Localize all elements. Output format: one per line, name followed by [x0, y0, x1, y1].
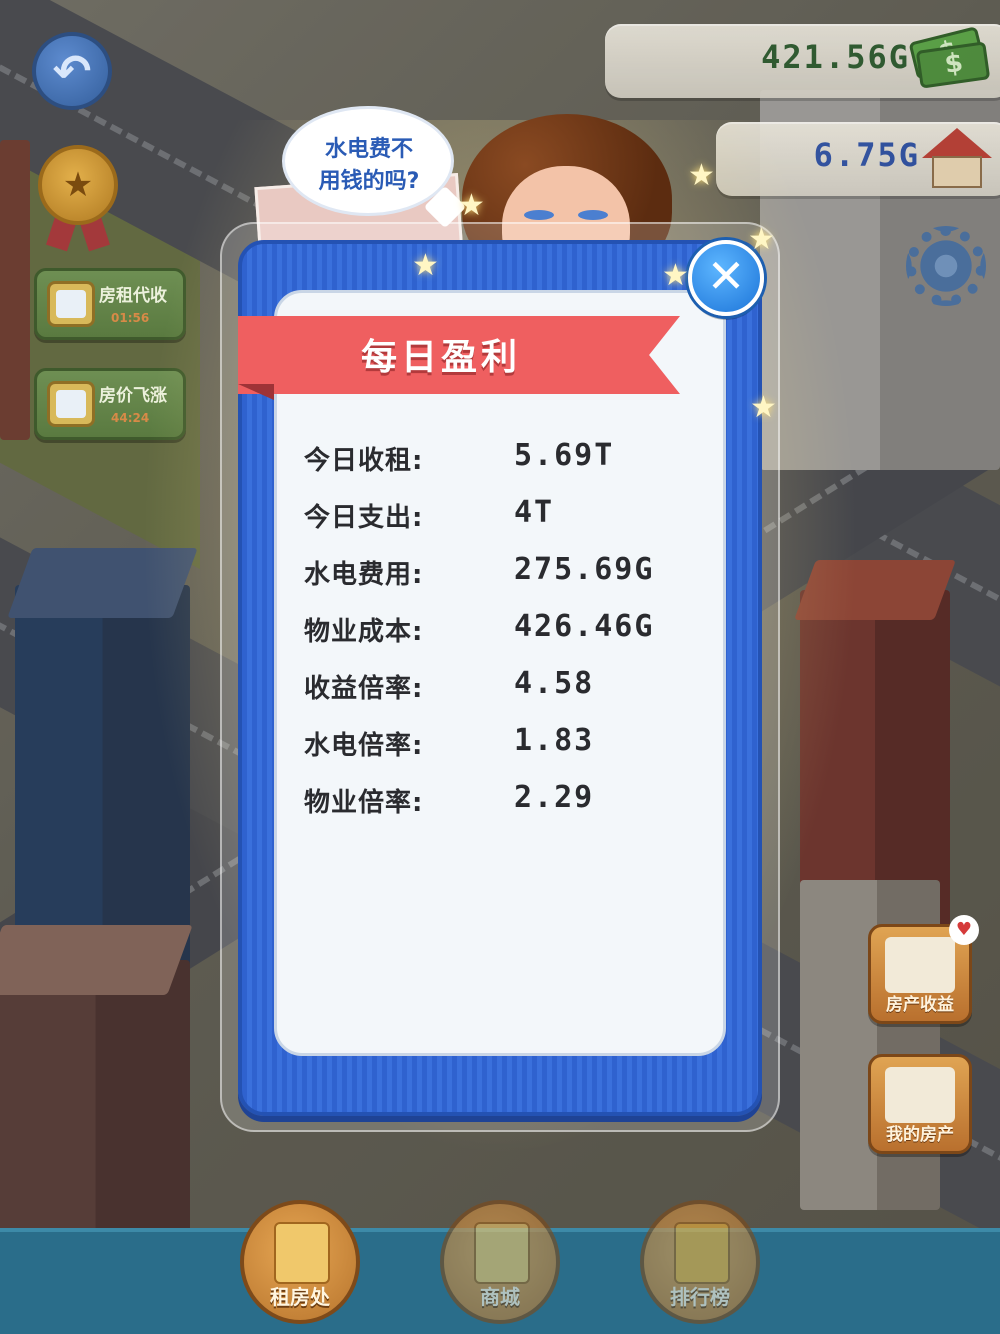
sparkle-icon: ★ [412, 248, 439, 283]
shop-label: 商城 [480, 1285, 520, 1309]
back-arrow-icon: ↶ [52, 44, 92, 98]
sparkle-icon: ★ [748, 222, 775, 257]
ranking-button[interactable]: 排行榜 [640, 1200, 760, 1324]
medal-icon: ★ [38, 145, 118, 225]
sparkle-icon: ★ [750, 390, 777, 425]
stat-value: 2.29 [514, 780, 595, 815]
close-icon: ✕ [706, 249, 746, 303]
ranking-label: 排行榜 [670, 1285, 730, 1309]
speech-bubble-text: 水电费不 用钱的吗? [290, 134, 448, 198]
my-property-button[interactable]: 我的房产 [868, 1054, 972, 1154]
buildings-icon [885, 1067, 955, 1123]
modal-title: 每日盈利 [360, 337, 521, 378]
stat-value: 1.83 [514, 723, 595, 758]
stat-label: 今日支出: [304, 503, 424, 533]
profit-stats-list: 今日收租: 5.69T 今日支出: 4T 水电费用: 275.69G 物业成本: 426… [304, 436, 704, 835]
heart-icon: ♥ [949, 915, 979, 945]
achievement-medal-button[interactable]: ★ [38, 145, 118, 252]
property-income-button[interactable]: ♥ 房产收益 [868, 915, 979, 1024]
stat-row: 水电倍率: 1.83 [304, 721, 704, 778]
house-icon [922, 128, 992, 190]
property-income-label: 房产收益 [886, 995, 954, 1015]
my-property-label: 我的房产 [886, 1125, 954, 1145]
stat-label: 物业倍率: [304, 788, 424, 818]
rent-office-button[interactable]: 租房处 [240, 1200, 360, 1324]
stat-label: 水电倍率: [304, 731, 424, 761]
speech-line-2: 用钱的吗? [318, 169, 420, 194]
speech-line-1: 水电费不 [324, 137, 413, 162]
sparkle-icon: ★ [688, 158, 715, 193]
tv-icon [47, 381, 95, 427]
stat-row: 物业成本: 426.46G [304, 607, 704, 664]
stat-row: 水电费用: 275.69G [304, 550, 704, 607]
stat-row: 收益倍率: 4.58 [304, 664, 704, 721]
sparkle-icon: ★ [662, 258, 689, 293]
stat-row: 物业倍率: 2.29 [304, 778, 704, 835]
back-button[interactable]: ↶ [32, 32, 112, 110]
cash-counter: 421.56G [605, 24, 1000, 98]
shop-button[interactable]: 商城 [440, 1200, 560, 1324]
office-building-icon [274, 1222, 330, 1284]
stat-label: 水电费用: [304, 560, 424, 590]
tv-icon [47, 281, 95, 327]
stat-value: 275.69G [514, 552, 655, 587]
stat-row: 今日收租: 5.69T [304, 436, 704, 493]
cash-icon [908, 26, 991, 89]
rent-office-label: 租房处 [270, 1285, 330, 1309]
stat-value: 5.69T [514, 438, 615, 473]
shop-icon [474, 1222, 530, 1284]
stat-value: 4T [514, 495, 555, 530]
calendar-icon [885, 937, 955, 993]
sparkle-icon: ★ [458, 188, 485, 223]
stat-value: 4.58 [514, 666, 595, 701]
gear-icon[interactable] [906, 226, 986, 306]
stat-label: 收益倍率: [304, 674, 424, 704]
stat-label: 今日收租: [304, 446, 424, 476]
stat-row: 今日支出: 4T [304, 493, 704, 550]
stat-value: 426.46G [514, 609, 655, 644]
cash-value: 421.56G [761, 38, 910, 76]
stat-label: 物业成本: [304, 617, 424, 647]
crown-icon [674, 1222, 730, 1284]
